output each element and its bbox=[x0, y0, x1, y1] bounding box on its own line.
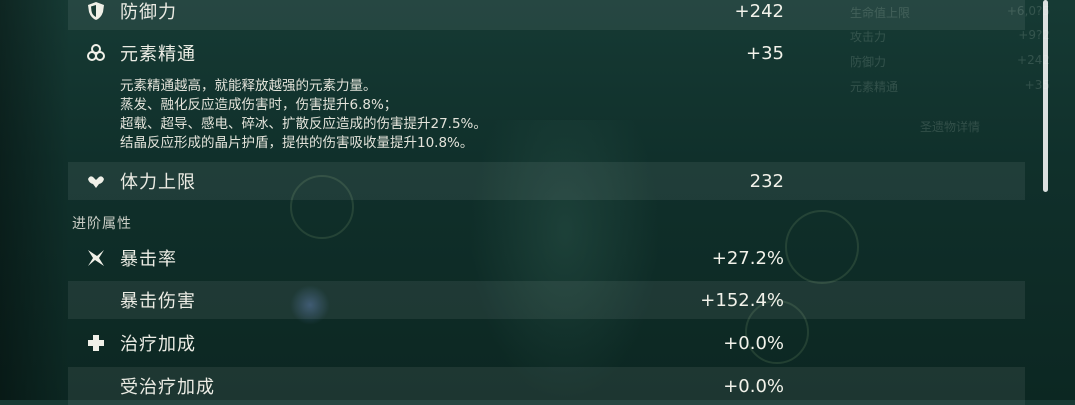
stamina-icon bbox=[84, 169, 108, 193]
stat-value: +27.2% bbox=[711, 247, 784, 269]
crit-icon bbox=[84, 246, 108, 270]
stat-row-defense[interactable]: 防御力 +242 bbox=[68, 0, 1025, 30]
bg-stat-row: 元素精通 +35 bbox=[850, 78, 1050, 94]
stat-label: 防御力 bbox=[120, 2, 177, 23]
stat-label: 暴击伤害 bbox=[120, 291, 196, 312]
stat-row-healing-bonus[interactable]: 治疗加成 +0.0% bbox=[68, 324, 1025, 362]
description-line: 超载、超导、感电、碎冰、扩散反应造成的伤害提升27.5%。 bbox=[120, 116, 487, 132]
stat-row-max-stamina[interactable]: 体力上限 232 bbox=[68, 162, 1025, 200]
background-left-shade bbox=[0, 0, 70, 400]
stat-value: +35 bbox=[746, 42, 784, 64]
section-title-advanced: 进阶属性 bbox=[72, 216, 132, 232]
stat-label: 治疗加成 bbox=[120, 334, 196, 355]
description-line: 蒸发、融化反应造成伤害时，伤害提升6.8%； bbox=[120, 97, 398, 113]
stat-value: +242 bbox=[734, 0, 784, 22]
healing-cross-icon bbox=[84, 331, 108, 355]
stat-label: 元素精通 bbox=[120, 44, 196, 65]
stat-label: 体力上限 bbox=[120, 172, 196, 193]
stats-scrollbar[interactable] bbox=[1043, 0, 1048, 192]
description-line: 结晶反应形成的晶片护盾，提供的伤害吸收量提升10.8%。 bbox=[120, 135, 474, 151]
stat-row-incoming-healing[interactable]: 受治疗加成 +0.0% bbox=[68, 367, 1025, 405]
elemental-mastery-description: 元素精通越高，就能释放越强的元素力量。 蒸发、融化反应造成伤害时，伤害提升6.8… bbox=[120, 77, 720, 153]
stat-value: 232 bbox=[749, 170, 784, 192]
artifact-details-link: 圣遗物详情 bbox=[920, 120, 981, 134]
stat-value: +0.0% bbox=[723, 375, 784, 397]
stat-value: +152.4% bbox=[700, 289, 784, 311]
stat-label: 受治疗加成 bbox=[120, 377, 215, 398]
stat-row-elemental-mastery[interactable]: 元素精通 +35 bbox=[68, 34, 1025, 72]
stat-label: 暴击率 bbox=[120, 249, 177, 270]
stat-row-crit-rate[interactable]: 暴击率 +27.2% bbox=[68, 239, 1025, 277]
stat-value: +0.0% bbox=[723, 332, 784, 354]
elemental-mastery-icon bbox=[84, 41, 108, 65]
shield-icon bbox=[84, 0, 108, 23]
stat-row-crit-dmg[interactable]: 暴击伤害 +152.4% bbox=[68, 281, 1025, 319]
description-line: 元素精通越高，就能释放越强的元素力量。 bbox=[120, 78, 377, 94]
